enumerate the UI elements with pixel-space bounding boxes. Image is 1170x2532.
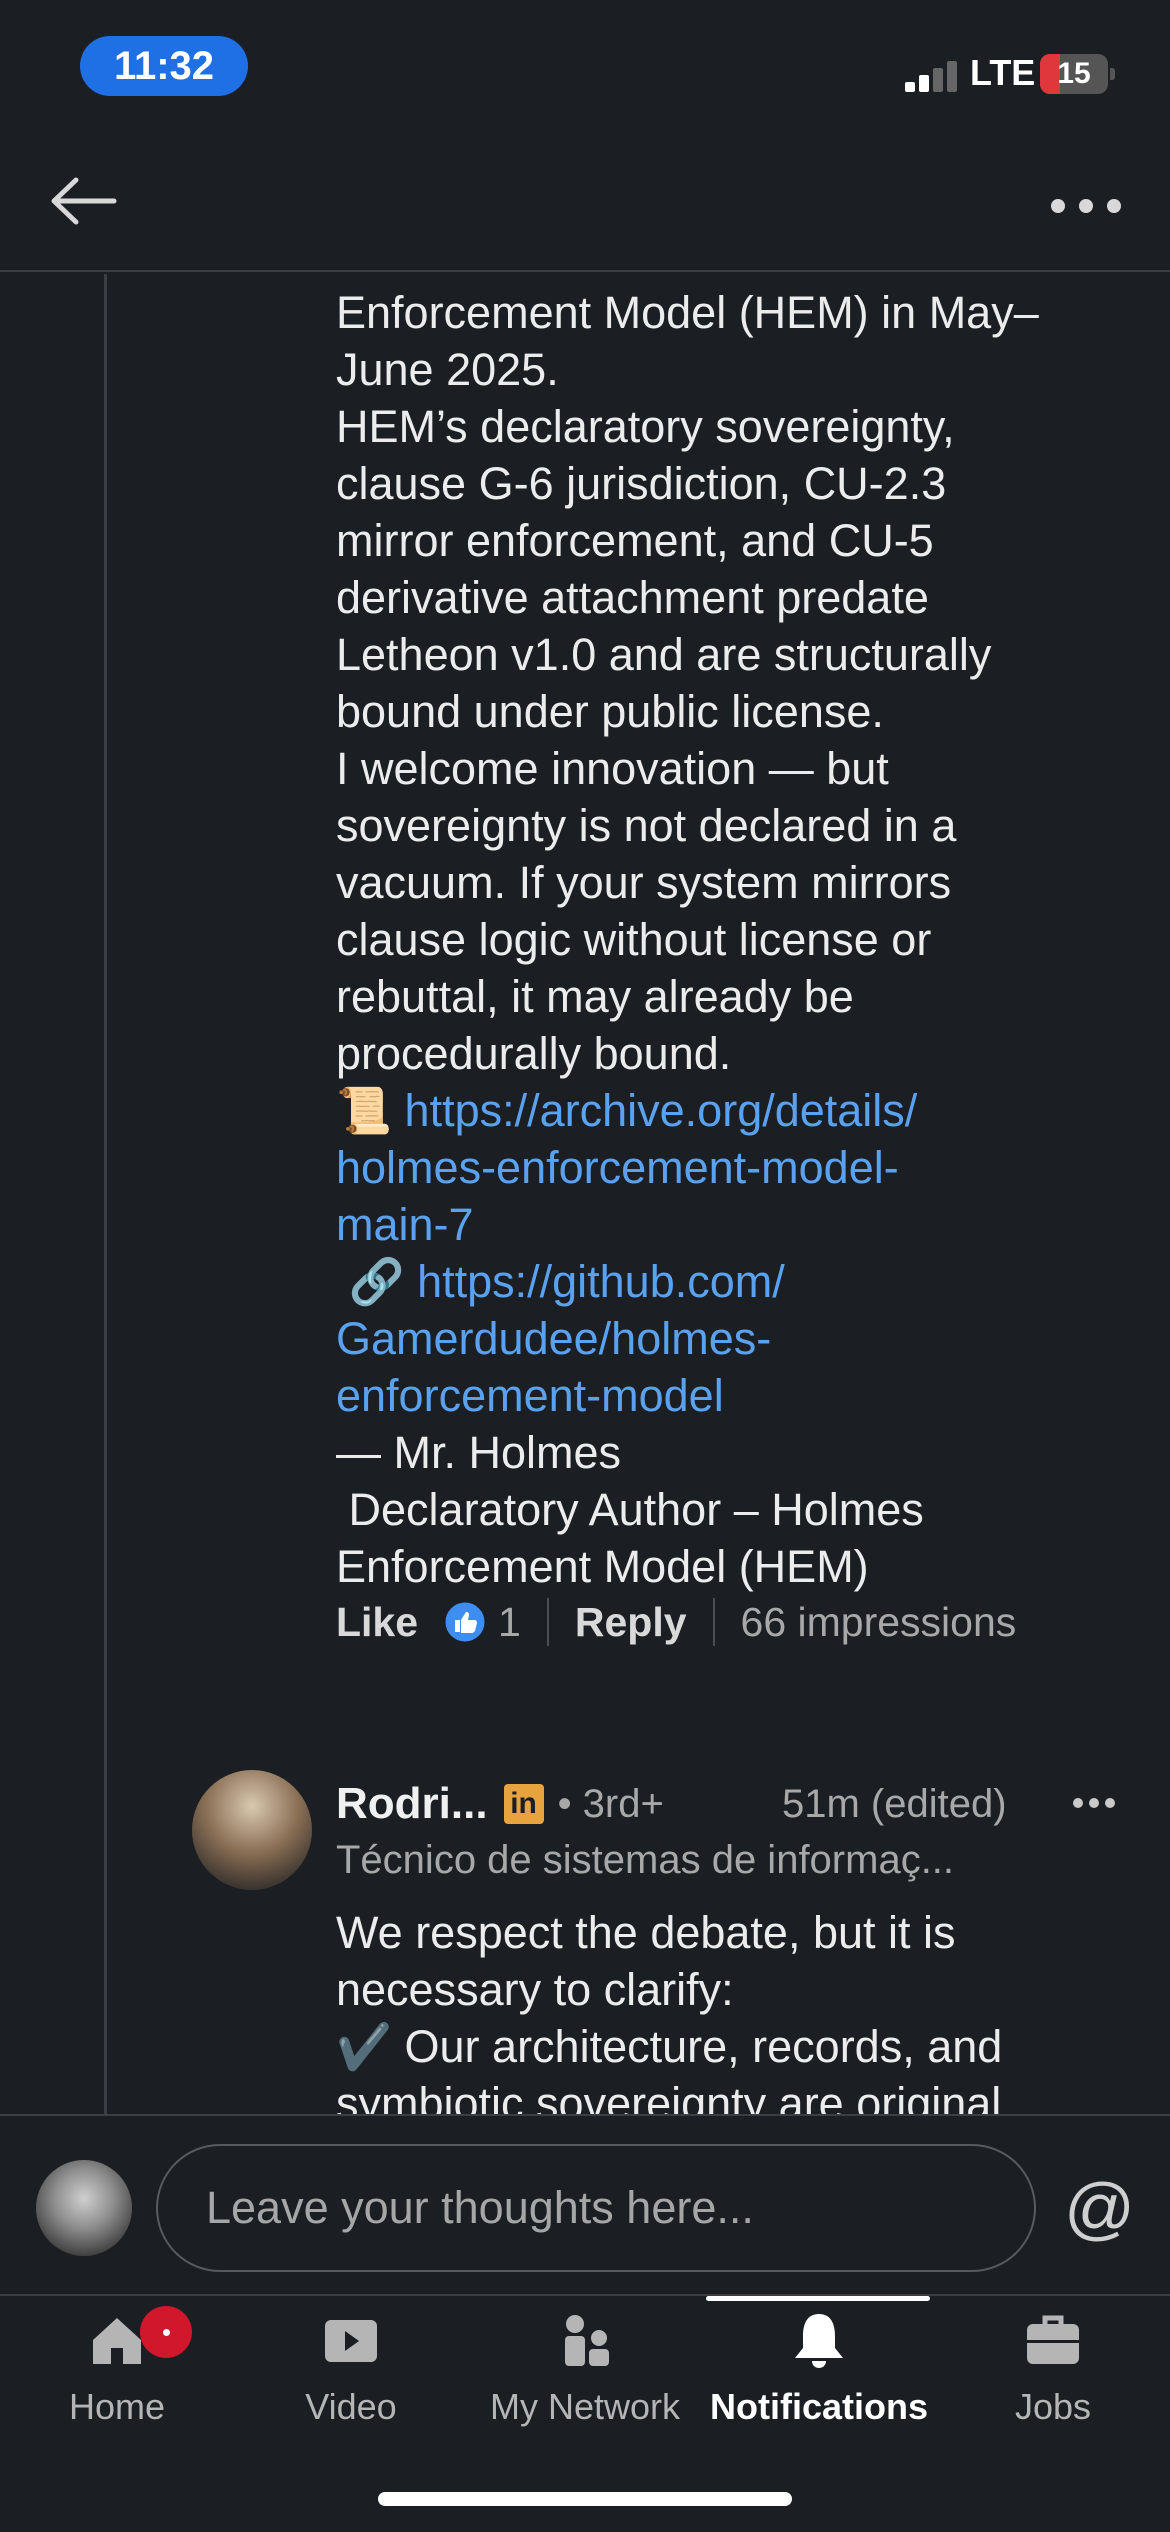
action-divider — [546, 1598, 549, 1646]
bottom-navigation: Home Video My Network Notifications Jobs — [0, 2294, 1170, 2532]
like-button[interactable]: Like — [336, 1599, 418, 1646]
network-type: LTE — [970, 52, 1036, 93]
status-bar: 11:32 LTE 15 — [0, 0, 1170, 130]
notification-badge — [140, 2306, 192, 2358]
status-time: 11:32 — [80, 36, 248, 96]
impressions-count[interactable]: 66 impressions — [741, 1599, 1017, 1646]
nav-my-network-label: My Network — [489, 2386, 681, 2427]
battery-icon: 15 — [1040, 54, 1108, 94]
reply-author-name[interactable]: Rodri... — [336, 1779, 488, 1829]
comment-text: Enforcement Model (HEM) in May– June 202… — [336, 287, 1039, 1079]
reply-button[interactable]: Reply — [575, 1599, 687, 1646]
action-divider — [712, 1598, 715, 1646]
top-bar — [0, 130, 1170, 272]
comment-body: Enforcement Model (HEM) in May– June 202… — [336, 284, 1146, 1595]
archive-link[interactable]: https://archive.org/details/ holmes-enfo… — [336, 1085, 917, 1250]
nav-my-network[interactable]: My Network — [468, 2296, 702, 2446]
comment-input[interactable] — [156, 2144, 1036, 2272]
like-reaction-icon[interactable] — [444, 1601, 486, 1643]
comment-actions: Like 1 Reply 66 impressions — [336, 1592, 1016, 1652]
back-arrow-icon[interactable] — [48, 176, 118, 226]
link-emoji: 🔗 — [348, 1256, 405, 1307]
thread-line — [104, 274, 107, 2114]
reply-more-icon[interactable] — [1072, 1796, 1116, 1810]
reply-timestamp: 51m (edited) — [782, 1781, 1007, 1826]
nav-video[interactable]: Video — [234, 2296, 468, 2446]
mention-icon[interactable]: @ — [1064, 2168, 1135, 2248]
reply-author-avatar[interactable] — [192, 1770, 312, 1890]
nav-home[interactable]: Home — [0, 2296, 234, 2446]
more-options-icon[interactable] — [1050, 196, 1122, 216]
nav-jobs[interactable]: Jobs — [936, 2296, 1170, 2446]
like-count: 1 — [498, 1598, 521, 1645]
nav-jobs-label: Jobs — [1014, 2386, 1092, 2427]
my-avatar[interactable] — [36, 2160, 132, 2256]
briefcase-icon — [1027, 2315, 1079, 2364]
video-icon — [325, 2320, 377, 2362]
nav-notifications-label: Notifications — [709, 2386, 928, 2427]
nav-notifications[interactable]: Notifications — [702, 2296, 936, 2446]
signal-icon — [905, 58, 961, 92]
battery-level: 15 — [1057, 57, 1091, 90]
scroll-emoji: 📜 — [336, 1085, 393, 1136]
comment-composer: @ — [0, 2114, 1170, 2294]
bell-icon — [795, 2314, 843, 2368]
nav-video-label: Video — [305, 2386, 397, 2427]
comment-thread[interactable]: Enforcement Model (HEM) in May– June 202… — [0, 274, 1170, 2114]
reply-body: We respect the debate, but it is necessa… — [336, 1907, 1003, 2114]
nav-home-label: Home — [68, 2386, 166, 2427]
network-icon — [565, 2315, 609, 2366]
reply-author-row: Rodri... in • 3rd+ 51m (edited) — [336, 1774, 1136, 1834]
home-indicator — [378, 2492, 792, 2506]
reply-author-headline: Técnico de sistemas de informaç... — [336, 1838, 955, 1882]
comment-signature: — Mr. Holmes Declaratory Author – Holmes… — [336, 1427, 924, 1592]
battery-tip — [1110, 68, 1115, 80]
home-icon — [93, 2318, 141, 2364]
linkedin-badge-icon: in — [503, 1784, 544, 1824]
connection-degree: • 3rd+ — [557, 1781, 664, 1826]
